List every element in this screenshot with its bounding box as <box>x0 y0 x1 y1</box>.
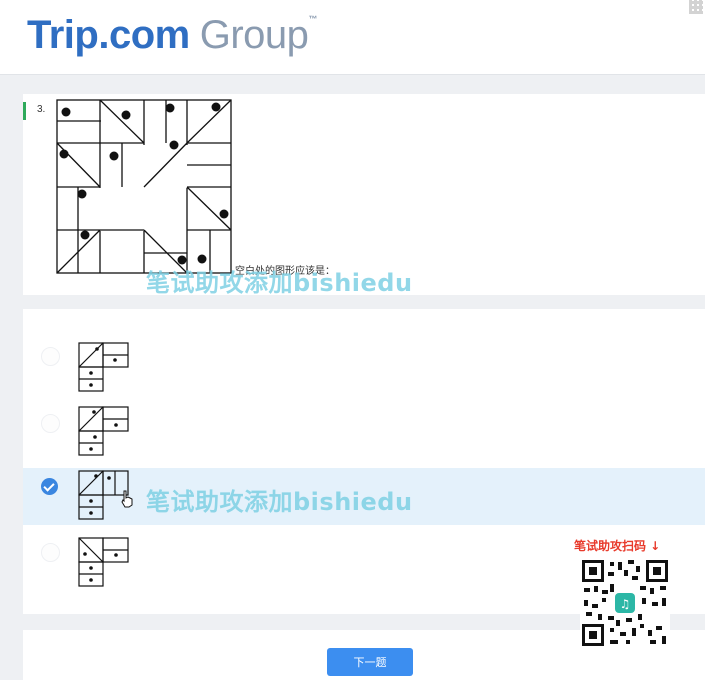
question-number: 3. <box>37 104 46 115</box>
promo-text: 笔试助攻扫码 ↓ <box>574 539 661 553</box>
question-marker <box>23 102 26 120</box>
option-d-radio[interactable] <box>41 543 60 562</box>
watermark-text: 笔试助攻添加bishiedu <box>146 488 413 516</box>
next-question-button[interactable]: 下一题 <box>327 648 413 676</box>
svg-text:♫: ♫ <box>620 597 631 611</box>
option-a-radio[interactable] <box>41 347 60 366</box>
option-a-figure <box>78 342 129 392</box>
option-c-radio-checked[interactable] <box>41 478 58 495</box>
option-a-row[interactable] <box>23 338 705 394</box>
tripcom-group-logo: Trip.com Group™ <box>27 13 317 57</box>
apps-grid-icon[interactable] <box>689 0 703 14</box>
puzzle-figure <box>56 99 232 274</box>
option-b-figure <box>78 406 129 456</box>
option-b-row[interactable] <box>23 402 705 462</box>
header-bar: Trip.com Group™ <box>0 0 705 75</box>
option-b-radio[interactable] <box>41 414 60 433</box>
hand-cursor-icon <box>121 490 133 508</box>
qr-code-icon: ♫ <box>580 558 670 648</box>
option-d-figure <box>78 537 129 587</box>
watermark-text: 笔试助攻添加bishiedu <box>146 269 413 297</box>
